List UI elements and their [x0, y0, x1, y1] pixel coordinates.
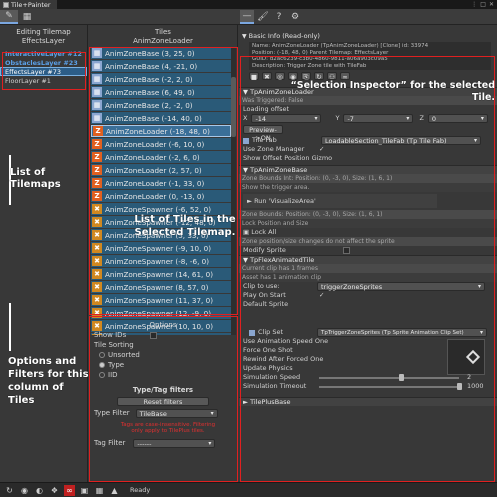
cursor-icon[interactable]: ❖ [49, 485, 60, 496]
paint-tool-icon[interactable]: ✎ [0, 9, 18, 24]
maximize-icon[interactable]: □ [480, 1, 486, 8]
visibility-icon[interactable]: ◉ [19, 485, 30, 496]
window-tab-title: Tile+Painter [11, 0, 51, 9]
refresh-icon[interactable]: ↻ [4, 485, 15, 496]
options-arrow [9, 303, 11, 351]
basic-info-title: Basic Info (Read-only) [248, 32, 320, 40]
current-tilemap-name: EffectsLayer [21, 37, 66, 45]
options-highlight-box [89, 316, 238, 482]
link-icon[interactable]: ∞ [64, 484, 75, 496]
options-annotation: Options and Filters for this column of T… [8, 356, 89, 406]
help-icon[interactable]: ? [272, 10, 286, 24]
inspector-annotation: “Selection Inspector” for the selected T… [290, 80, 495, 103]
close-icon[interactable]: ✕ [489, 1, 494, 8]
tilemaps-column: Editing Tilemap EffectsLayer Interactive… [0, 25, 88, 482]
status-bar: ↻ ◉ ◐ ❖ ∞ ▣ ▦ ▲ Ready [0, 482, 497, 497]
foldout-arrow-icon: ▼ [242, 33, 247, 40]
tilemaps-highlight-box [2, 52, 86, 90]
settings-gear-icon[interactable]: ⚙ [288, 10, 302, 24]
grid-icon[interactable]: ▦ [94, 485, 105, 496]
pin-icon[interactable]: ▲ [109, 485, 120, 496]
palette-icon[interactable]: ◐ [34, 485, 45, 496]
basic-info-foldout[interactable]: ▼ Basic Info (Read-only) [239, 32, 497, 41]
tiles-heading: Tiles [155, 28, 171, 36]
pick-tool-icon[interactable]: 🖌 [256, 10, 270, 24]
tile-plus-painter-window: Tile+Painter ⋮ □ ✕ ✎ ▦ — 🖌 ? ⚙ Editing T… [0, 0, 497, 497]
window-tab[interactable]: Tile+Painter [0, 0, 57, 9]
tilemaps-annotation: List of Tilemaps [10, 167, 61, 190]
status-ready: Ready [130, 486, 151, 494]
tiles-subheading: AnimZoneLoader [133, 37, 193, 45]
tiles-highlight-box [89, 47, 238, 315]
lock-icon[interactable]: ▣ [79, 485, 90, 496]
inspector-highlight-box [240, 56, 495, 482]
more-menu-icon[interactable]: ⋮ [471, 1, 477, 8]
tool-bar: ✎ ▦ — 🖌 ? ⚙ [0, 9, 497, 25]
tiles-annotation: List of Tiles in the Selected Tilemap. [134, 214, 236, 238]
grid-tool-icon[interactable]: ▦ [18, 10, 36, 24]
editing-tilemap-heading: Editing Tilemap [16, 28, 71, 36]
painter-tab-icon [3, 1, 9, 8]
title-bar: Tile+Painter ⋮ □ ✕ [0, 0, 497, 9]
select-tool-icon[interactable]: — [240, 10, 254, 24]
